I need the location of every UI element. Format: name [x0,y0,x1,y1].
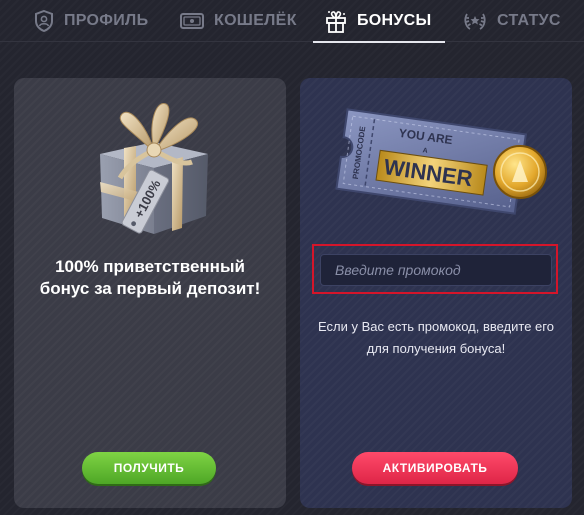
tab-profile-label: ПРОФИЛЬ [64,12,149,29]
gift-box-image: +100% [84,92,224,244]
gift-icon [325,9,347,33]
tab-status[interactable]: СТАТУС [463,0,561,42]
get-bonus-button[interactable]: ПОЛУЧИТЬ [82,452,216,484]
welcome-bonus-card: +100% 100% приветственный бонус за первы… [14,78,286,508]
tab-wallet-label: КОШЕЛЁК [214,12,297,29]
tab-bar: ПРОФИЛЬ КОШЕЛЁК БОНУСЫ СТАТУС [0,0,584,43]
promo-hint-text: Если у Вас есть промокод, введите его дл… [318,319,554,356]
shield-user-icon [34,10,54,32]
wallet-icon [180,12,204,30]
promo-input-highlight [312,244,558,294]
tab-bonuses[interactable]: БОНУСЫ [312,0,447,43]
tab-bonuses-label: БОНУСЫ [357,12,432,29]
tab-profile[interactable]: ПРОФИЛЬ [34,0,148,42]
promo-code-card: PROMOCODE YOU ARE A WINNER Если у Вас ес… [300,78,572,508]
laurel-icon [463,10,487,32]
activate-button[interactable]: АКТИВИРОВАТЬ [352,452,518,484]
promo-code-input[interactable] [320,254,552,286]
tab-wallet[interactable]: КОШЕЛЁК [180,0,297,42]
winner-ticket-image: PROMOCODE YOU ARE A WINNER [324,108,550,232]
ticket-line2-text: A [422,147,428,155]
tab-status-label: СТАТУС [497,12,561,29]
welcome-bonus-title: 100% приветственный бонус за первый депо… [39,257,261,298]
